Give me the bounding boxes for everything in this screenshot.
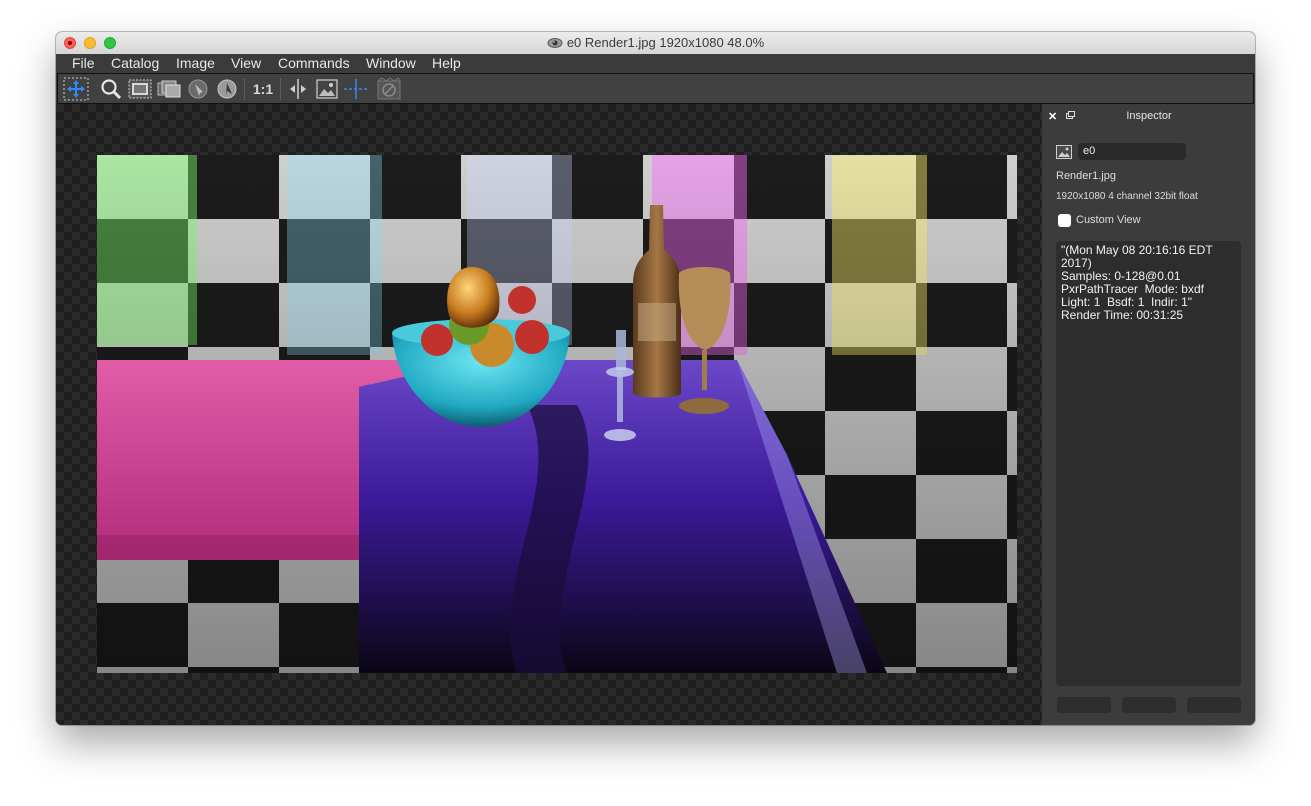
pick-color-button[interactable] (185, 76, 211, 102)
inspector-button-3[interactable] (1187, 697, 1241, 713)
menu-view[interactable]: View (231, 54, 261, 73)
split-compare-button[interactable] (285, 76, 311, 102)
pick-color-icon (188, 79, 208, 99)
actual-size-label: 1:1 (252, 81, 274, 97)
image-info-label: 1920x1080 4 channel 32bit float (1056, 191, 1198, 202)
rotate-view-button[interactable] (214, 76, 240, 102)
menu-image[interactable]: Image (176, 54, 215, 73)
crosshair-icon (344, 79, 368, 99)
zoom-tool-button[interactable] (98, 76, 124, 102)
crosshair-button[interactable] (343, 76, 369, 102)
image-viewport[interactable] (56, 104, 1042, 725)
menu-window[interactable]: Window (366, 54, 416, 73)
image-icon (1056, 145, 1072, 159)
image-name-field[interactable]: e0 (1078, 143, 1186, 160)
crop-region-button[interactable] (127, 76, 153, 102)
inspector-title: Inspector (1126, 110, 1172, 122)
rotate-view-icon (217, 79, 237, 99)
pan-tool-icon (63, 77, 89, 101)
eye-icon (547, 38, 563, 48)
app-window: e0 Render1.jpg 1920x1080 48.0% File Cata… (56, 32, 1255, 725)
stop-render-button[interactable] (376, 76, 402, 102)
file-name-label: Render1.jpg (1056, 170, 1116, 182)
render-image[interactable] (97, 155, 1017, 673)
inspector-button-1[interactable] (1057, 697, 1111, 713)
split-compare-icon (290, 79, 306, 99)
render-notes-textarea[interactable]: "(Mon May 08 20:16:16 EDT 2017) Samples:… (1056, 241, 1241, 686)
custom-view-label: Custom View (1076, 214, 1141, 226)
zoom-tool-icon (101, 79, 122, 100)
inspector-panel: ✕ Inspector e0 Render1.jpg 1920x1080 4 c… (1043, 104, 1255, 725)
custom-view-checkbox[interactable] (1058, 214, 1071, 227)
image-fit-button[interactable] (314, 76, 340, 102)
toolbar: 1:1 (57, 73, 1254, 104)
toolbar-separator (244, 78, 245, 100)
image-fit-icon (316, 79, 338, 99)
toolbar-separator (280, 78, 281, 100)
menu-commands[interactable]: Commands (278, 54, 350, 73)
channel-select-button[interactable] (156, 76, 182, 102)
title-bar[interactable]: e0 Render1.jpg 1920x1080 48.0% (56, 32, 1255, 55)
menu-file[interactable]: File (72, 54, 95, 73)
crop-region-icon (128, 79, 152, 99)
menu-bar: File Catalog Image View Commands Window … (56, 54, 1255, 73)
menu-catalog[interactable]: Catalog (111, 54, 159, 73)
channel-select-icon (157, 80, 181, 98)
window-title-group: e0 Render1.jpg 1920x1080 48.0% (56, 32, 1255, 54)
inspector-button-2[interactable] (1122, 697, 1176, 713)
actual-size-button[interactable]: 1:1 (250, 76, 276, 102)
window-title: e0 Render1.jpg 1920x1080 48.0% (566, 35, 765, 50)
menu-help[interactable]: Help (432, 54, 461, 73)
stop-render-icon (377, 77, 401, 100)
pan-tool-button[interactable] (63, 76, 89, 102)
